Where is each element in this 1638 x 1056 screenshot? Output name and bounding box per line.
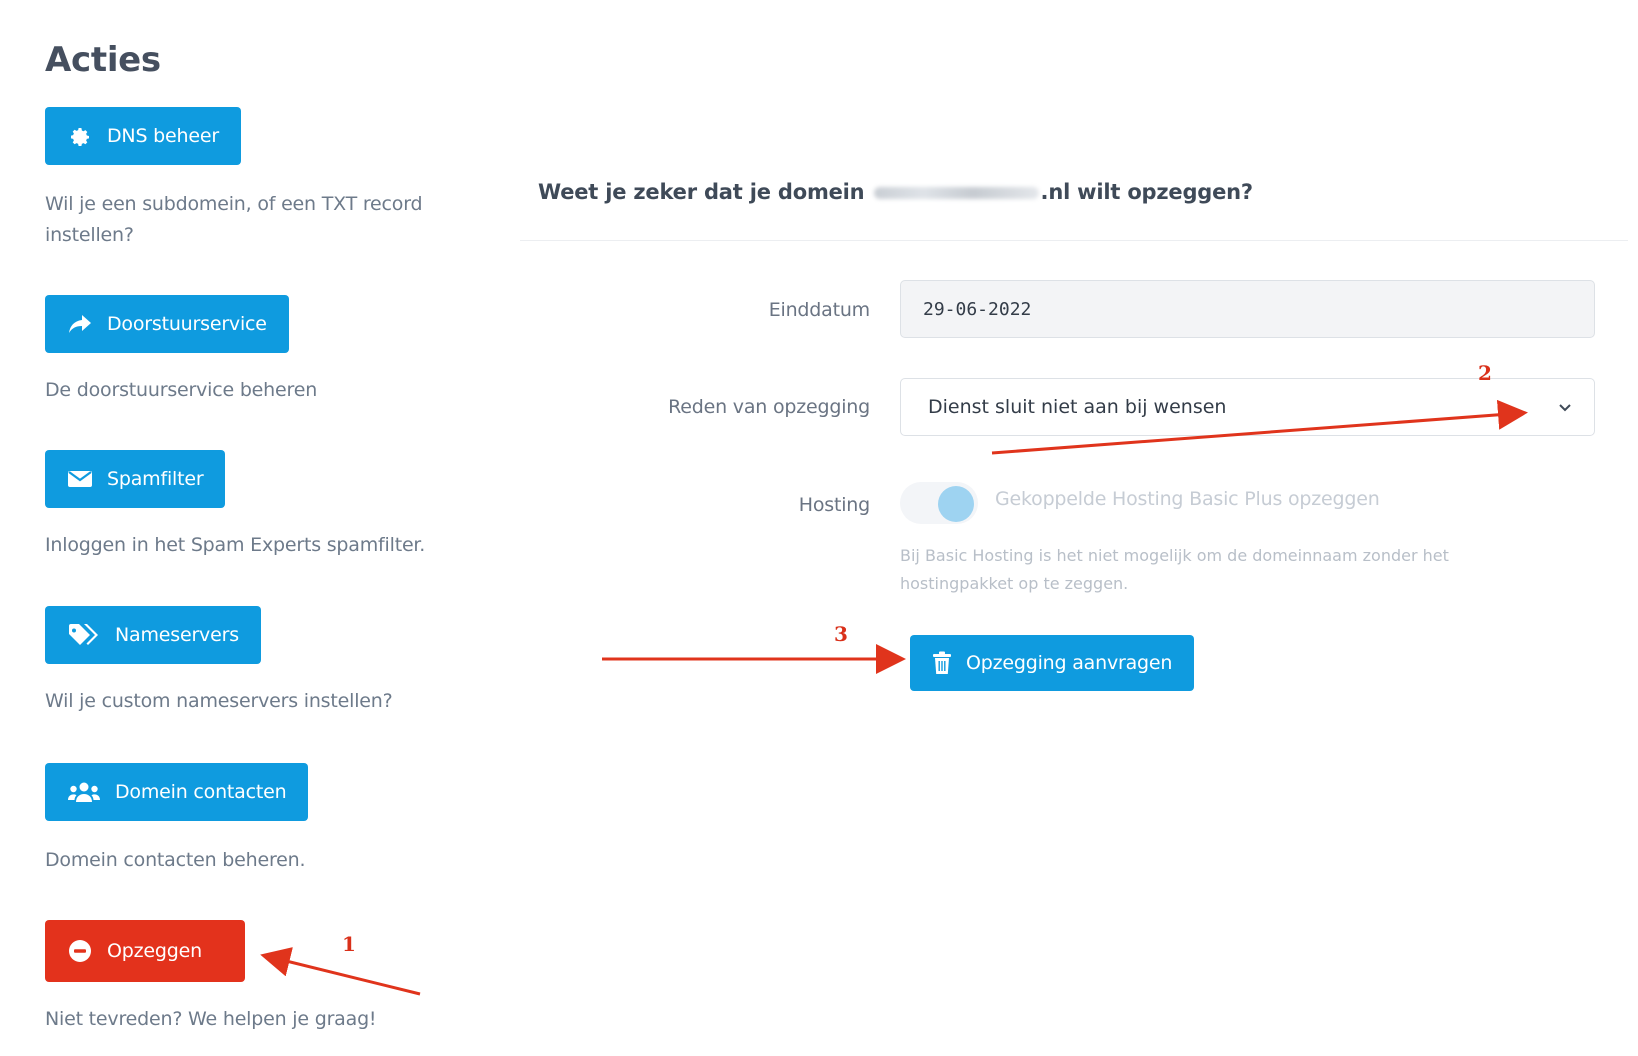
annotation-arrow-2 bbox=[991, 399, 1528, 455]
annotation-step-3: 3 bbox=[834, 622, 848, 646]
annotation-step-2: 2 bbox=[1478, 361, 1492, 385]
annotation-step-1: 1 bbox=[342, 932, 356, 956]
annotation-arrows bbox=[260, 399, 1528, 996]
annotation-arrow-1 bbox=[260, 947, 421, 996]
